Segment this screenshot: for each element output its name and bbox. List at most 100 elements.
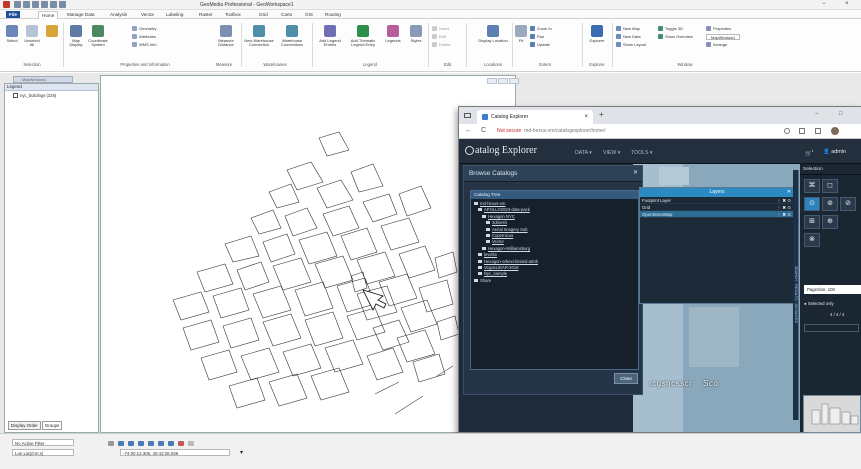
map-window[interactable] <box>100 75 519 433</box>
new-map-button[interactable]: New Map <box>616 26 640 32</box>
pagination[interactable] <box>804 324 859 332</box>
print-icon[interactable] <box>59 1 66 8</box>
snap-vertex-icon[interactable] <box>128 441 134 446</box>
display-location-button[interactable]: Display Location <box>478 24 508 52</box>
tab-toolbox[interactable]: Toolbox <box>222 11 244 18</box>
save-icon[interactable] <box>23 1 30 8</box>
view-all-button[interactable]: ⊚ <box>822 197 838 211</box>
map-window-doc-tab[interactable]: MapWindow1 <box>13 76 73 83</box>
redo-icon[interactable] <box>50 1 57 8</box>
undo-icon[interactable] <box>41 1 48 8</box>
layer-row[interactable]: Footprint Layer ⋮ ✖ ⊙ <box>640 197 794 204</box>
show-overview-button[interactable]: Show Overview <box>658 34 693 40</box>
snap-icon[interactable] <box>118 441 124 446</box>
cart-icon[interactable]: 🛒1 <box>805 149 813 157</box>
tree-node[interactable]: Share <box>474 278 635 284</box>
snap-intersection-icon[interactable] <box>158 441 164 446</box>
tab-raster[interactable]: Raster <box>196 11 216 18</box>
tab-home[interactable]: Home <box>38 11 59 19</box>
layer-controls-icon[interactable]: ⋮ ✖ ⊙ <box>777 211 791 218</box>
explorer-button[interactable]: Explorer <box>586 24 608 52</box>
browser-tab-catalog-explorer[interactable]: Catalog Explorer × <box>477 110 593 124</box>
select-button[interactable]: Select <box>2 24 22 52</box>
tab-labeling[interactable]: Labeling <box>163 11 186 18</box>
new-tab-button[interactable]: + <box>599 110 604 119</box>
url-field[interactable]: Not secure md-hexus-vm/catalogexplorer/ho… <box>497 127 605 136</box>
tab-gis[interactable]: GIS <box>302 11 316 18</box>
rect-select-button[interactable]: ◻ <box>822 179 838 193</box>
pan-button[interactable]: Pan <box>530 34 544 40</box>
selected-only-toggle[interactable]: ● Selected only <box>804 301 834 306</box>
snap-edge-icon[interactable] <box>138 441 144 446</box>
coordinate-system-field[interactable]: Lon Lat(d:m:s) <box>12 449 74 456</box>
layer-controls-icon[interactable]: ⋮ ✖ ⊙ <box>777 197 791 204</box>
select-tool-button[interactable]: ⌘ <box>804 179 820 193</box>
hide-button[interactable]: ⊘ <box>840 197 856 211</box>
tab-display-order[interactable]: Display Order <box>8 421 41 430</box>
properties-button[interactable]: Properties <box>706 26 731 32</box>
delete-button[interactable]: Delete <box>432 42 451 48</box>
add-legend-entries-button[interactable]: Add Legend Entries <box>316 24 344 52</box>
map-window-dropdown[interactable]: MapWindow1 <box>706 34 741 40</box>
tab-manage-data[interactable]: Manage Data <box>64 11 98 18</box>
show-layout-button[interactable]: Show Layout <box>616 42 646 48</box>
page-size-select[interactable]: PageSize: 100 <box>804 285 861 294</box>
collections-icon[interactable] <box>815 128 821 134</box>
tab-file[interactable]: File <box>6 11 20 18</box>
toggle-3d-button[interactable]: Toggle 3D <box>658 26 683 32</box>
browser-maximize-button[interactable]: □ <box>839 111 843 117</box>
legends-button[interactable]: Legends <box>382 24 404 52</box>
update-button[interactable]: Update <box>530 42 550 48</box>
layer-row-selected[interactable]: OpenStreetMap ⋮ ✖ ⊙ <box>640 211 794 218</box>
tab-actions-icon[interactable] <box>464 113 471 118</box>
browser-minimize-button[interactable]: − <box>815 111 819 117</box>
zoom-in-button[interactable]: Zoom In <box>530 26 552 32</box>
menu-view[interactable]: VIEW ▾ <box>603 150 620 156</box>
open-icon[interactable] <box>32 1 39 8</box>
back-icon[interactable]: ← <box>465 127 472 134</box>
edit-button[interactable]: Edit <box>432 34 446 40</box>
map-display-button[interactable]: Map Display <box>66 24 86 52</box>
add-thematic-legend-button[interactable]: Add Thematic Legend Entry <box>346 24 380 52</box>
profile-avatar[interactable] <box>831 127 839 135</box>
legend-entry[interactable]: nyc_buildings (326) <box>9 93 56 98</box>
tab-vector[interactable]: Vector <box>138 11 157 18</box>
close-tab-icon[interactable]: × <box>584 110 588 124</box>
user-menu[interactable]: 👤 admin <box>823 149 846 155</box>
warehouse-connections-button[interactable]: Warehouse Connections <box>276 24 308 52</box>
tab-analysis[interactable]: Analysis <box>107 11 130 18</box>
tab-routing[interactable]: Routing <box>322 11 344 18</box>
minimize-button[interactable]: − <box>822 1 826 7</box>
active-filter-field[interactable]: No Active Filter <box>12 439 74 446</box>
snap-settings-icon[interactable] <box>178 441 184 446</box>
arrange-button[interactable]: Arrange <box>706 42 727 48</box>
new-icon[interactable] <box>14 1 21 8</box>
unselect-all-button[interactable]: Unselect All <box>22 24 42 52</box>
favorites-icon[interactable] <box>799 128 805 134</box>
result-thumbnail[interactable] <box>803 395 861 433</box>
coordinate-system-button[interactable]: Coordinate System <box>88 24 108 52</box>
attributes-button[interactable]: Attributes <box>132 34 156 40</box>
coord-dropdown-icon[interactable]: ▾ <box>240 449 243 456</box>
read-aloud-icon[interactable] <box>784 128 790 134</box>
close-layers-icon[interactable]: ✕ <box>787 189 791 195</box>
close-button[interactable]: × <box>845 1 849 7</box>
geometry-button[interactable]: Geometry <box>132 26 157 32</box>
layer-controls-icon[interactable]: ⋮ ✖ ⊙ <box>777 204 791 211</box>
vertical-tab-strip[interactable]: SEARCH · RESULTS · ADVANCED <box>793 170 799 420</box>
selection-tools-button[interactable] <box>42 24 62 52</box>
close-panel-icon[interactable]: ✕ <box>633 169 638 176</box>
tab-groups[interactable]: Groups <box>41 421 63 430</box>
checkbox-icon[interactable] <box>13 93 18 98</box>
insert-button[interactable]: Insert <box>432 26 449 32</box>
menu-data[interactable]: DATA ▾ <box>575 150 592 156</box>
measure-icon[interactable] <box>188 441 194 446</box>
new-warehouse-connection-button[interactable]: New Warehouse Connection <box>244 24 274 52</box>
add-button[interactable]: ⊕ <box>822 215 838 229</box>
close-button[interactable]: Close <box>614 373 638 384</box>
view-selection-button[interactable]: ⊙ <box>804 197 820 211</box>
measure-distance-button[interactable]: Measure Distance <box>212 24 240 52</box>
styles-button[interactable]: Styles <box>406 24 426 52</box>
tab-grid[interactable]: Grid <box>256 11 271 18</box>
layer-row[interactable]: Grid ⋮ ✖ ⊙ <box>640 204 794 211</box>
